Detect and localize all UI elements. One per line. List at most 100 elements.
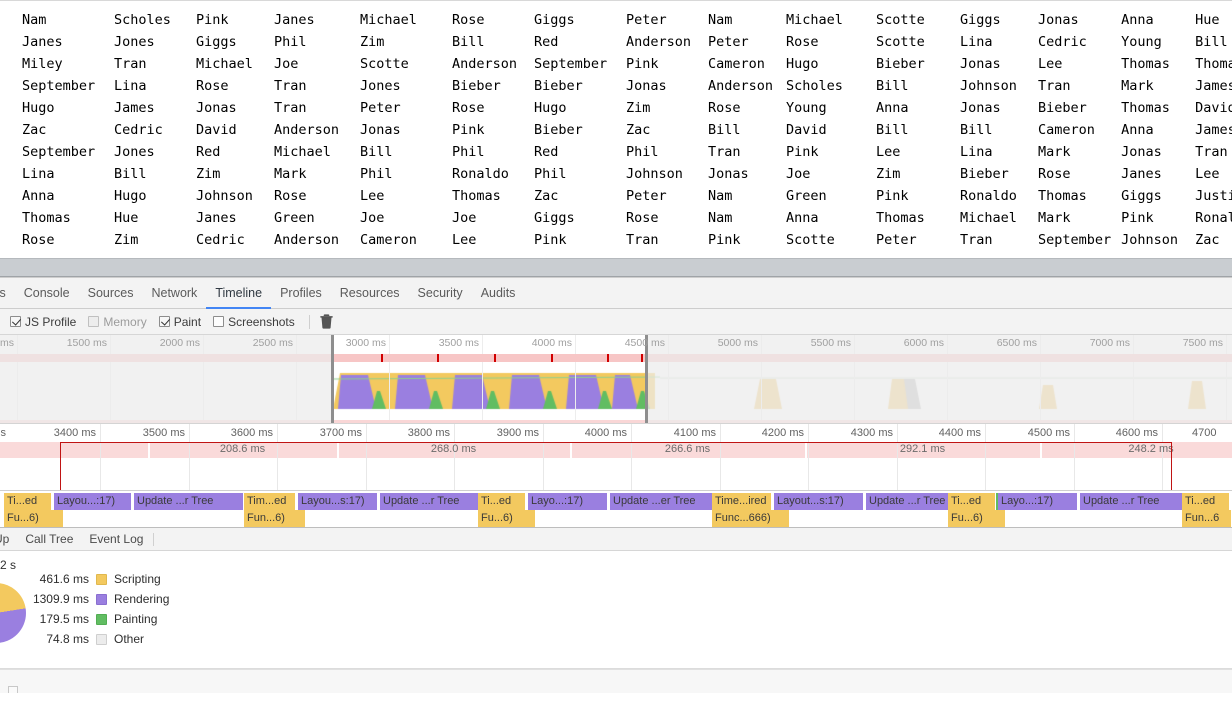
name-cell: Mark [1038,210,1071,226]
panel-tab-timeline[interactable]: Timeline [206,278,271,309]
name-cell: Jones [114,144,155,160]
flame-event[interactable]: Layout...s:17) [774,493,864,510]
timeline-gridline [897,424,898,490]
flame-event-child[interactable]: Fun...6) [244,510,306,527]
name-cell: Pink [452,122,485,138]
flame-event[interactable]: Update ...er Tree [610,493,720,510]
name-cell: Michael [196,56,253,72]
toggle-paint[interactable]: Paint [158,315,201,329]
name-cell: Tran [114,56,147,72]
overview-tick-label: 3000 ms [345,337,386,349]
name-cell: ric [0,141,12,163]
panel-tab-sources[interactable]: Sources [79,278,143,309]
toolbar-separator [308,314,310,329]
name-cell: Lina [960,34,993,50]
name-cell: Cameron [360,232,417,248]
overview-tick-label: 4500 ms [624,337,665,349]
panel-tab-security[interactable]: Security [409,278,472,309]
timeline-gridline [1074,424,1075,490]
timeline-gridline [189,424,190,490]
flame-event[interactable]: Ti...ed [1182,493,1230,510]
flame-event[interactable]: Layou...s:17) [298,493,378,510]
name-column: esersonas nsonricric nnes [0,9,12,251]
legend-row-rendering: 1309.9 ms Rendering [20,589,169,609]
name-cell: Hugo [114,188,147,204]
flame-event[interactable]: Update ...r Tree [134,493,244,510]
name-cell: Red [534,34,559,50]
details-tab-separator [153,532,155,546]
name-cell: Thomas [876,210,925,226]
checkbox-icon[interactable] [158,316,170,327]
details-tab-up[interactable]: Up [0,528,17,551]
toggle-label: Memory [103,314,147,329]
frame-divider [805,442,807,458]
name-cell: Pink [708,232,741,248]
flame-event[interactable]: Ti...ed [4,493,52,510]
panel-tab-audits[interactable]: Audits [472,278,525,309]
name-cell: Young [1121,34,1162,50]
name-cell: Jonas [196,100,237,116]
name-cell: Cedric [196,232,245,248]
flame-event[interactable]: Time...ired [712,493,772,510]
panel-tab-console[interactable]: Console [15,278,79,309]
flame-event-child[interactable]: Func...666) [712,510,790,527]
name-cell: Pink [626,56,659,72]
flame-event[interactable]: Ti...ed [478,493,526,510]
checkbox-icon[interactable] [213,316,225,327]
name-cell: Anna [1121,12,1154,28]
name-cell: Cameron [708,56,765,72]
name-cell: Zac [1195,232,1220,248]
toggle-memory[interactable]: Memory [88,314,147,329]
name-cell: Bill [452,34,485,50]
name-cell: Jonas [1038,12,1079,28]
name-cell: Jones [360,78,401,94]
name-cell: erson [0,31,12,53]
flame-event-child[interactable]: Fu...6) [478,510,536,527]
status-checkbox-icon[interactable] [8,685,18,693]
name-cell: Giggs [960,12,1001,28]
details-tab-call-tree[interactable]: Call Tree [17,528,81,551]
panel-tab-profiles[interactable]: Profiles [271,278,331,309]
flame-event[interactable]: Ti...ed [948,493,996,510]
legend-label: Rendering [114,592,170,606]
name-column: Giggs Red September Bieber Hugo Bieber Red Phil… [534,9,616,251]
toggle-js-profile[interactable]: JS Profile [10,315,76,329]
name-cell: Bill [360,144,393,160]
name-cell: Green [274,210,315,226]
flame-event-child[interactable]: Fun...6 [1182,510,1232,527]
flame-event-child[interactable]: Fu...6) [4,510,64,527]
name-column: Nam Janes Miley September Hugo Zac September Li… [22,9,104,251]
flame-event[interactable]: Update ...r Tree [1080,493,1190,510]
details-view-tabs: UpCall TreeEvent Log [0,528,1232,551]
panel-tab-network[interactable]: Network [142,278,206,309]
name-cell: Jonas [626,78,667,94]
overview-tick-label: 4000 ms [531,337,572,349]
name-cell: Hugo [22,100,55,116]
flame-event[interactable]: Layo...:17) [998,493,1078,510]
name-cell: Bieber [1038,100,1087,116]
checkbox-icon[interactable] [88,316,100,327]
flame-event[interactable]: Layo...:17) [528,493,608,510]
name-cell: Peter [626,12,667,28]
flame-event[interactable]: Tim...ed [244,493,296,510]
name-cell: Zim [876,166,901,182]
toggle-screenshots[interactable]: Screenshots [213,315,295,329]
timeline-gridline [366,424,367,490]
legend-row-scripting: 461.6 ms Scripting [20,569,169,589]
timeline-overview[interactable]: 0 ms 1500 ms 2000 ms 2500 ms 3000 ms 3500 ms 4… [0,335,1232,424]
name-cell: Tran [274,78,307,94]
flame-event[interactable]: Update ...r Tree [380,493,490,510]
legend-label: Scripting [114,572,161,586]
name-cell: Tran [274,100,307,116]
name-cell: Red [534,144,559,160]
checkbox-icon[interactable] [10,316,21,327]
panel-tab-resources[interactable]: Resources [331,278,409,309]
details-tab-event-log[interactable]: Event Log [81,528,151,551]
panel-tab-ts[interactable]: ts [0,278,15,309]
flame-event[interactable]: Layou...:17) [54,493,132,510]
name-column: Scholes Jones Tran Lina James Cedric Jones Bill… [114,9,186,251]
trash-icon[interactable] [318,313,336,331]
flame-event-child[interactable]: Fu...6) [948,510,1006,527]
flame-chart[interactable]: Ti...ed Layou...:17) Update ...r Tree Fu...… [0,491,1232,528]
name-cell: David [1195,100,1232,116]
